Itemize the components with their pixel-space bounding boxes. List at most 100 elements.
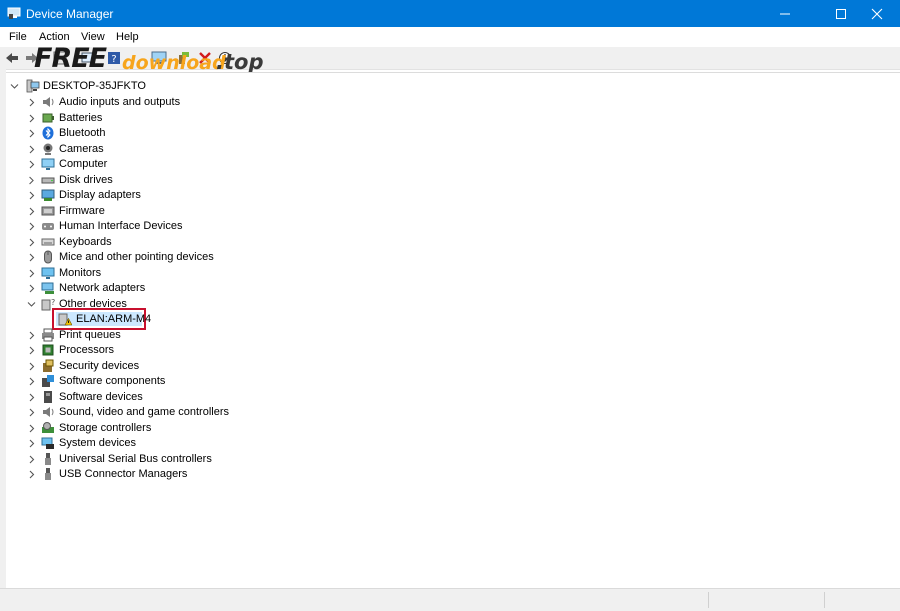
chevron-right-icon[interactable] [27, 408, 36, 417]
tree-item-label: Storage controllers [59, 421, 152, 434]
menu-action[interactable]: Action [39, 31, 70, 44]
camera-icon [43, 143, 53, 155]
security-device-icon [43, 359, 54, 372]
chevron-down-icon[interactable] [10, 82, 19, 91]
tree-item-elan-arm-m4[interactable]: ELAN:ARM-M4 [52, 308, 151, 330]
device-tree: DESKTOP-35JFKTO Audio inputs and outputs… [0, 69, 900, 591]
title-bar: Device Manager [0, 0, 900, 27]
svg-text:?: ? [111, 54, 116, 65]
network-adapter-icon [41, 282, 54, 294]
tree-item-label: Firmware [59, 204, 105, 217]
chevron-right-icon[interactable] [27, 176, 36, 185]
scan-hardware-icon[interactable] [176, 50, 192, 66]
tree-item-label: Universal Serial Bus controllers [59, 452, 212, 465]
usb-icon [45, 452, 51, 465]
chevron-right-icon[interactable] [27, 331, 36, 340]
keyboard-icon [41, 238, 55, 245]
sound-controller-icon [43, 407, 54, 417]
tree-item-label: Audio inputs and outputs [59, 96, 181, 108]
tree-item-label: Bluetooth [59, 127, 106, 139]
minimize-icon [780, 13, 790, 15]
chevron-right-icon[interactable] [27, 129, 36, 138]
chevron-right-icon[interactable] [27, 362, 36, 371]
tree-item-label: Mice and other pointing devices [59, 251, 214, 263]
menu-file[interactable]: File [9, 31, 27, 44]
chevron-right-icon[interactable] [27, 455, 36, 464]
computer-icon[interactable] [151, 50, 167, 66]
chevron-right-icon[interactable] [27, 222, 36, 231]
chevron-right-icon[interactable] [27, 377, 36, 386]
tree-item-label: Human Interface Devices [59, 220, 183, 232]
chevron-right-icon[interactable] [27, 253, 36, 262]
device-manager-icon [7, 7, 21, 19]
printer-icon [42, 328, 54, 341]
battery-icon [42, 113, 54, 122]
chevron-right-icon[interactable] [27, 269, 36, 278]
status-separator [708, 592, 709, 608]
tree-item-label: ELAN:ARM-M4 [76, 313, 152, 325]
tree-item-label: Monitors [59, 266, 102, 279]
minimize-button[interactable] [762, 0, 808, 27]
download-icon[interactable] [217, 50, 233, 66]
computer-icon [41, 158, 55, 170]
tree-item-label: USB Connector Managers [59, 468, 188, 480]
chevron-right-icon[interactable] [27, 160, 36, 169]
chevron-right-icon[interactable] [27, 346, 36, 355]
close-button[interactable] [854, 0, 900, 27]
disk-drive-icon [41, 177, 55, 183]
chevron-right-icon[interactable] [27, 98, 36, 107]
computer-root-icon [26, 79, 40, 93]
tree-item-label: Software devices [59, 390, 143, 403]
tree-item-label: Disk drives [59, 173, 113, 186]
display-adapter-icon [41, 189, 55, 201]
warning-device-icon [58, 313, 72, 326]
storage-controller-icon [42, 421, 54, 433]
back-arrow-icon[interactable] [4, 50, 20, 66]
status-bar [0, 588, 900, 611]
menu-help[interactable]: Help [116, 31, 139, 44]
chevron-right-icon[interactable] [27, 424, 36, 433]
forward-arrow-icon[interactable] [24, 50, 40, 66]
tree-item-label: Print queues [59, 328, 121, 341]
update-driver-icon[interactable] [80, 50, 96, 66]
menu-view[interactable]: View [81, 31, 105, 44]
chevron-right-icon[interactable] [27, 207, 36, 216]
chevron-right-icon[interactable] [27, 470, 36, 479]
menu-bar: File Action View Help [0, 27, 900, 47]
chevron-down-icon[interactable] [27, 300, 36, 309]
tree-root-label: DESKTOP-35JFKTO [43, 80, 146, 92]
chevron-right-icon[interactable] [27, 145, 36, 154]
properties-icon[interactable] [52, 50, 68, 66]
processor-icon [42, 344, 54, 356]
firmware-icon [41, 206, 55, 215]
software-component-icon [42, 375, 54, 387]
hid-icon [42, 223, 54, 230]
usb-connector-icon [45, 468, 51, 480]
tree-item-label: Batteries [59, 111, 103, 124]
maximize-icon [836, 9, 846, 19]
close-icon [871, 8, 883, 20]
tree-item-label: System devices [59, 437, 137, 449]
chevron-right-icon[interactable] [27, 393, 36, 402]
tree-item-label: Network adapters [59, 282, 146, 294]
tree-item-label: Software components [59, 375, 166, 387]
mouse-icon [44, 250, 52, 264]
chevron-right-icon[interactable] [27, 284, 36, 293]
help-icon[interactable]: ? [106, 50, 122, 66]
tree-item-label: Processors [59, 344, 115, 356]
bluetooth-icon [42, 126, 54, 140]
chevron-right-icon[interactable] [27, 238, 36, 247]
uninstall-icon[interactable] [197, 50, 213, 66]
chevron-right-icon[interactable] [27, 191, 36, 200]
tree-item-label: Security devices [59, 359, 140, 372]
tree-item-label: Sound, video and game controllers [59, 406, 229, 418]
speaker-icon [43, 97, 54, 107]
status-separator [824, 592, 825, 608]
monitor-icon [41, 267, 55, 279]
chevron-right-icon[interactable] [27, 114, 36, 123]
tree-item-label: Keyboards [59, 235, 112, 248]
chevron-right-icon[interactable] [27, 439, 36, 448]
software-device-icon [44, 390, 52, 403]
svg-text:?: ? [51, 298, 55, 307]
tree-item-label: Cameras [59, 142, 104, 155]
